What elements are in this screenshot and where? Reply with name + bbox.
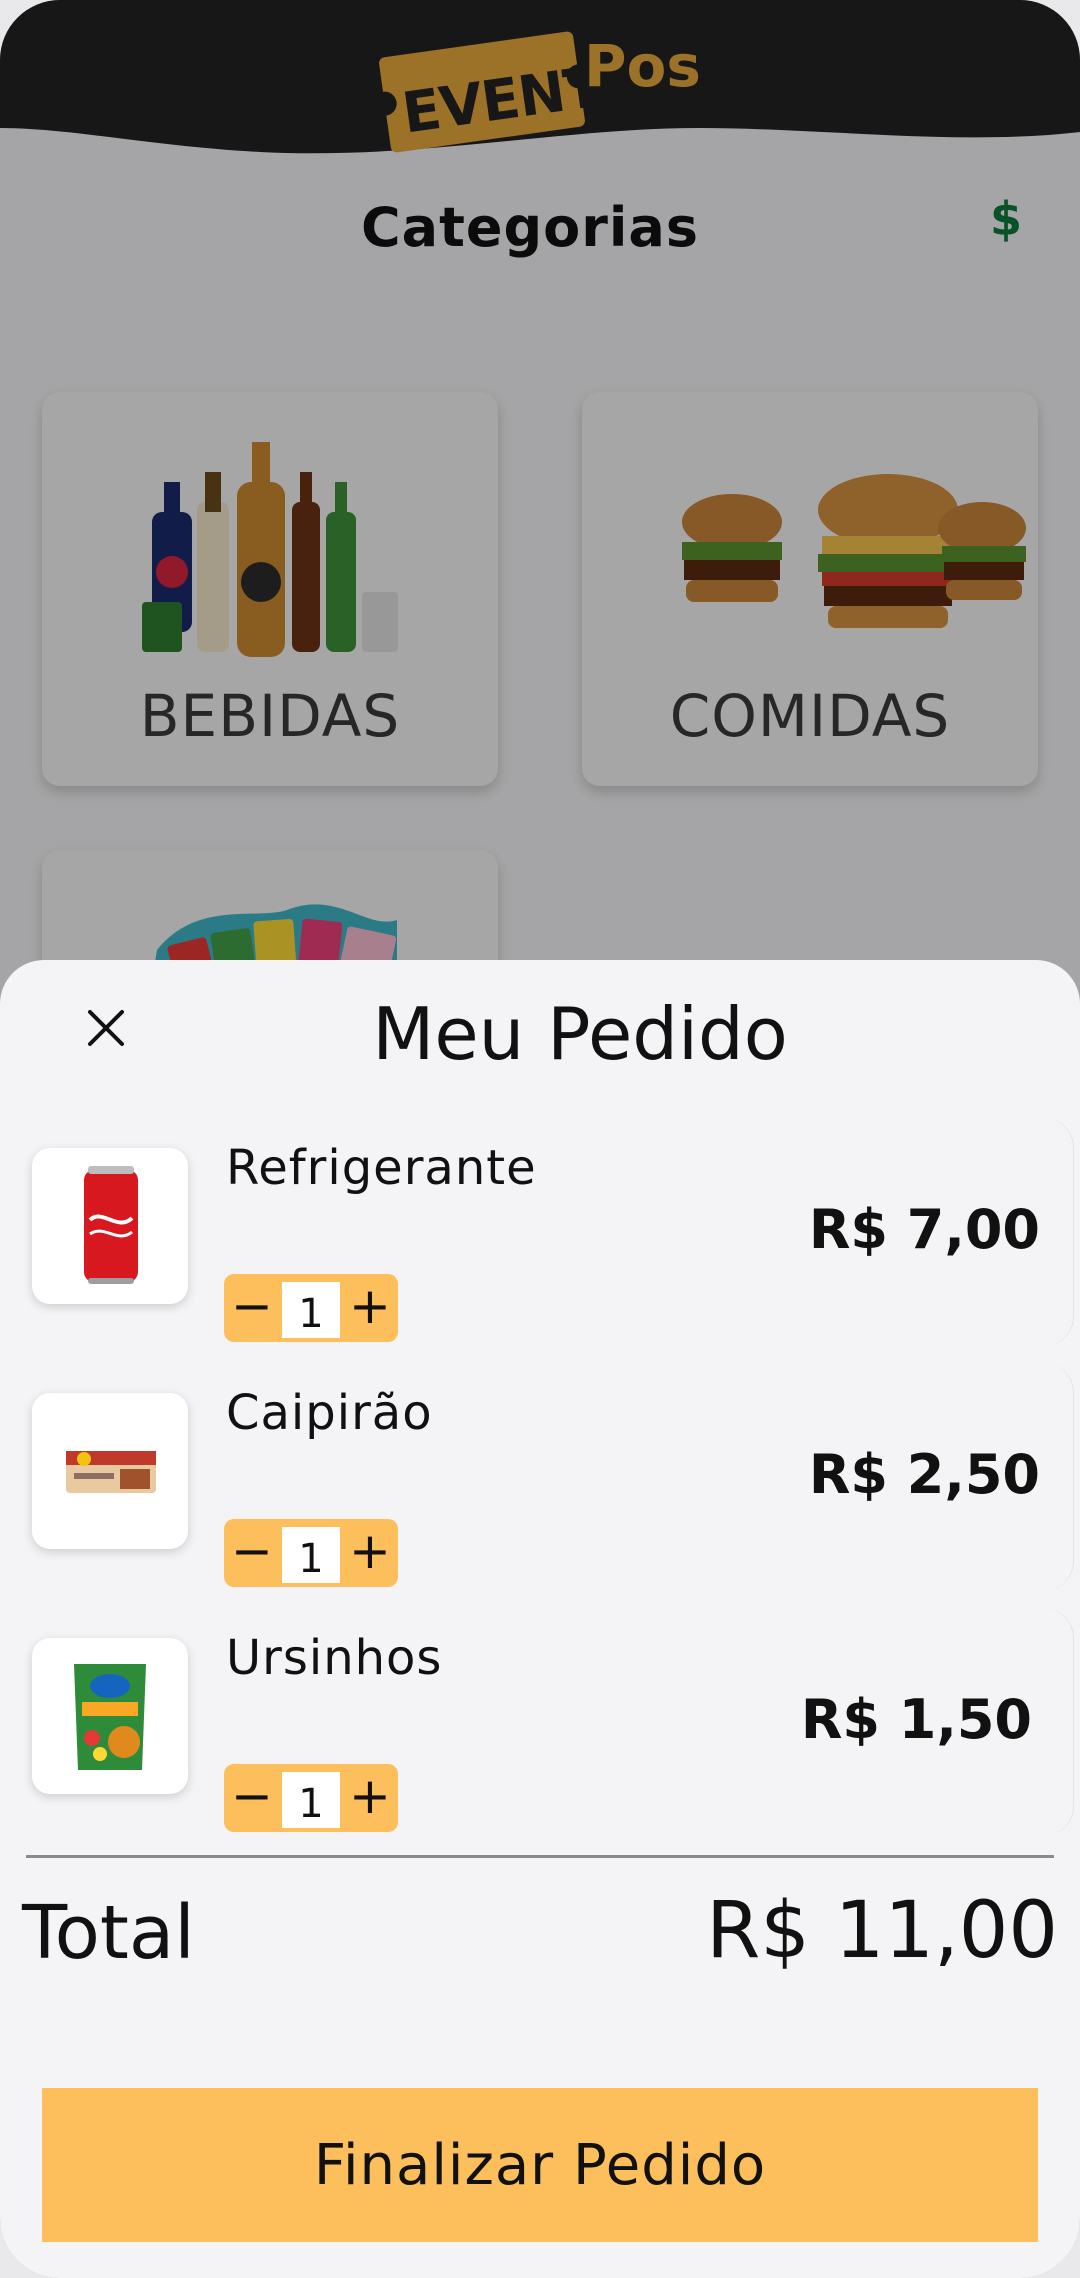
quantity-value: 1 [282,1527,340,1583]
total-value: R$ 11,00 [706,1886,1058,1976]
soda-can-image [84,1166,138,1284]
total-divider [26,1855,1054,1858]
order-sheet: Meu Pedido Refrigerante R$ 7,00 − 1 + Ca… [0,960,1080,2278]
item-edge [1043,1608,1074,1836]
item-thumbnail [32,1638,188,1794]
increase-button[interactable]: + [342,1764,398,1832]
order-item: Refrigerante R$ 7,00 − 1 + [0,1118,1080,1348]
order-item: Caipirão R$ 2,50 − 1 + [0,1363,1080,1593]
finish-order-button[interactable]: Finalizar Pedido [42,2088,1038,2242]
quantity-stepper: − 1 + [224,1519,398,1587]
candy-bar-image [66,1451,156,1493]
increase-button[interactable]: + [342,1274,398,1342]
quantity-value: 1 [282,1772,340,1828]
order-title: Meu Pedido [372,992,788,1076]
item-name: Ursinhos [226,1630,443,1686]
item-price: R$ 7,00 [808,1198,1040,1261]
order-item: Ursinhos R$ 1,50 − 1 + [0,1608,1080,1838]
decrease-button[interactable]: − [224,1519,280,1587]
decrease-button[interactable]: − [224,1274,280,1342]
increase-button[interactable]: + [342,1519,398,1587]
item-thumbnail [32,1393,188,1549]
item-thumbnail [32,1148,188,1304]
item-edge [1043,1363,1074,1591]
item-price: R$ 1,50 [800,1688,1032,1751]
quantity-stepper: − 1 + [224,1274,398,1342]
phone-screen: EVENT Pos Categorias $ BEBIDAS COMIDAS M… [0,0,1080,2278]
gummy-bag-image [74,1664,146,1770]
quantity-value: 1 [282,1282,340,1338]
item-name: Caipirão [226,1385,433,1441]
decrease-button[interactable]: − [224,1764,280,1832]
item-price: R$ 2,50 [808,1443,1040,1506]
item-edge [1043,1118,1074,1346]
quantity-stepper: − 1 + [224,1764,398,1832]
total-label: Total [22,1890,195,1976]
item-name: Refrigerante [226,1140,537,1196]
